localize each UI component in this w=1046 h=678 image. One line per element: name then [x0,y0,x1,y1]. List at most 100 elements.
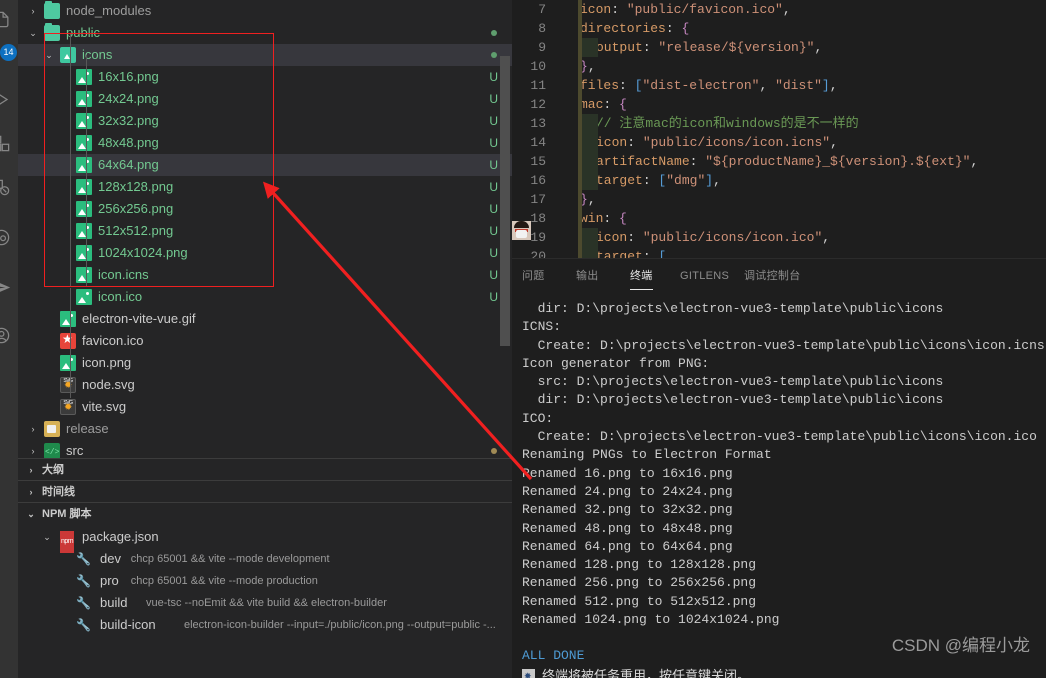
tree-row[interactable]: electron-vite-vue.gif [18,308,512,330]
panel-tab-调试控制台[interactable]: 调试控制台 [744,259,801,294]
tree-row-label: icon.ico [98,289,143,304]
run-debug-icon[interactable] [0,84,16,114]
line-number: 7 [538,2,546,17]
image-file-icon [76,69,92,85]
tree-row[interactable]: › src [18,440,512,458]
chevron-right-icon[interactable]: › [26,0,40,22]
chevron-right-icon[interactable]: › [26,440,40,458]
tree-row[interactable]: 512x512.png U [18,220,512,242]
activity-bar: 14 [0,0,18,678]
send-icon[interactable] [0,272,16,302]
explorer-icon[interactable] [0,4,16,34]
terminal-reuse-notice: 终端将被任务重用，按任意键关闭。 [522,666,1046,678]
code-text: icon: "public/favicon.ico", [580,2,791,17]
tree-row[interactable]: 64x64.png U [18,154,512,176]
tree-row[interactable]: 32x32.png U [18,110,512,132]
code-line[interactable]: 18 win: { [512,209,1046,228]
tree-row[interactable]: vite.svg [18,392,512,419]
tree-row[interactable]: 1024x1024.png U [18,242,512,264]
terminal-line: Renaming PNGs to Electron Format [522,447,772,463]
tree-row[interactable]: ⌄ icons [18,44,512,66]
code-line[interactable]: 17}, [512,190,1046,209]
file-tree[interactable]: › node_modules ⌄ public ⌄ icons 16x16.png U 24x2… [18,0,512,458]
tree-row[interactable]: 128x128.png U [18,176,512,198]
line-number: 11 [530,78,546,93]
panel-tab-输出[interactable]: 输出 [576,259,599,294]
code-editor[interactable]: 7 icon: "public/favicon.ico", 8 directories… [512,0,1046,258]
sidebar-section-3[interactable]: ⌄ NPM 脚本 [18,502,512,524]
tree-row-label: 256x256.png [98,201,174,216]
npm-script-row[interactable]: 🔧 build vue-tsc --noEmit && vite build && … [18,592,512,614]
code-content[interactable]: 7 icon: "public/favicon.ico", 8 directories… [512,0,1046,258]
panel-tab-问题[interactable]: 问题 [522,259,545,294]
chevron-right-icon[interactable]: › [24,481,38,503]
terminal-line: Renamed 24.png to 24x24.png [522,483,733,499]
wrench-icon: 🔧 [76,618,91,632]
remote-explorer-icon[interactable] [0,172,16,202]
npm-package-row[interactable]: ⌄ package.json [18,526,512,553]
tree-row-label: 48x48.png [98,135,159,150]
chevron-right-icon[interactable]: › [24,459,38,481]
chevron-right-icon[interactable]: › [26,418,40,440]
folder-icons-icon [60,47,76,63]
terminal-line: ICNS: [522,319,562,335]
npm-script-row[interactable]: 🔧 pro chcp 65001 && vite --mode production [18,570,512,592]
panel-tab-GITLENS[interactable]: GITLENS [680,259,729,294]
tree-row[interactable]: icon.ico U [18,286,512,308]
sidebar-section-2[interactable]: › 时间线 [18,480,512,502]
chevron-down-icon[interactable]: ⌄ [26,22,40,44]
npm-script-row[interactable]: 🔧 build-icon electron-icon-builder --input… [18,614,512,636]
line-number: 9 [538,40,546,55]
editor-folding-strip [578,0,582,258]
npm-script-row[interactable]: 🔧 dev chcp 65001 && vite --mode developmen… [18,548,512,570]
image-file-icon [76,113,92,129]
npm-icon [60,529,76,553]
git-status-badge: U [489,202,498,216]
tree-row[interactable]: favicon.ico [18,330,512,352]
panel-tab-bar[interactable]: 问题 输出 终端 GITLENS 调试控制台 [512,259,1046,294]
image-file-icon [60,355,76,371]
code-line[interactable]: 10}, [512,57,1046,76]
line-number: 20 [530,249,546,258]
tree-row[interactable]: icon.icns U [18,264,512,286]
terminal-line: Renamed 16.png to 16x16.png [522,465,733,481]
git-status-badge: U [489,70,498,84]
chevron-down-icon[interactable]: ⌄ [40,526,54,548]
terminal-line: Renamed 512.png to 512x512.png [522,593,757,609]
code-line[interactable]: 7 icon: "public/favicon.ico", [512,0,1046,19]
code-line[interactable]: 11 files: ["dist-electron", "dist"], [512,76,1046,95]
sidebar-sections: › 大纲 › 时间线 ⌄ NPM 脚本 ⌄ package.json 🔧 dev chcp 6500… [18,458,512,636]
indent-shade [582,114,598,190]
tree-row[interactable]: › release [18,418,512,440]
sidebar-scrollbar[interactable] [500,56,510,346]
terminal-output[interactable]: dir: D:\projects\electron-vue3-template\… [512,294,1046,678]
tree-row[interactable]: icon.png [18,352,512,374]
extensions-icon[interactable] [0,128,16,158]
tree-row[interactable]: › node_modules [18,0,512,22]
terminal-kill-icon [522,666,535,678]
chevron-down-icon[interactable]: ⌄ [24,503,38,525]
image-file-icon [76,179,92,195]
chevron-down-icon[interactable]: ⌄ [42,44,56,66]
bottom-panel: 问题 输出 终端 GITLENS 调试控制台 dir: D:\projects\elec… [512,258,1046,678]
tree-row-label: 1024x1024.png [98,245,188,260]
image-file-icon [76,91,92,107]
tree-row[interactable]: 24x24.png U [18,88,512,110]
code-text: icon: "public/icons/icon.ico", [596,230,831,245]
tree-row[interactable]: 256x256.png U [18,198,512,220]
tree-row-label: node.svg [82,377,135,392]
terminal-line: Create: D:\projects\electron-vue3-templa… [522,429,1037,445]
sidebar-section-1[interactable]: › 大纲 [18,458,512,480]
code-line[interactable]: 12 mac: { [512,95,1046,114]
tree-row[interactable]: node.svg [18,370,512,397]
code-line[interactable]: 8 directories: { [512,19,1046,38]
account-icon[interactable] [0,320,16,350]
npm-script-name: dev [100,551,121,566]
testing-icon[interactable] [0,222,16,252]
tree-row-label: vite.svg [82,399,127,414]
panel-tab-终端[interactable]: 终端 [630,259,653,294]
tree-row[interactable]: 48x48.png U [18,132,512,154]
tree-row[interactable]: ⌄ public [18,22,512,44]
tree-row[interactable]: 16x16.png U [18,66,512,88]
image-file-icon [76,289,92,305]
